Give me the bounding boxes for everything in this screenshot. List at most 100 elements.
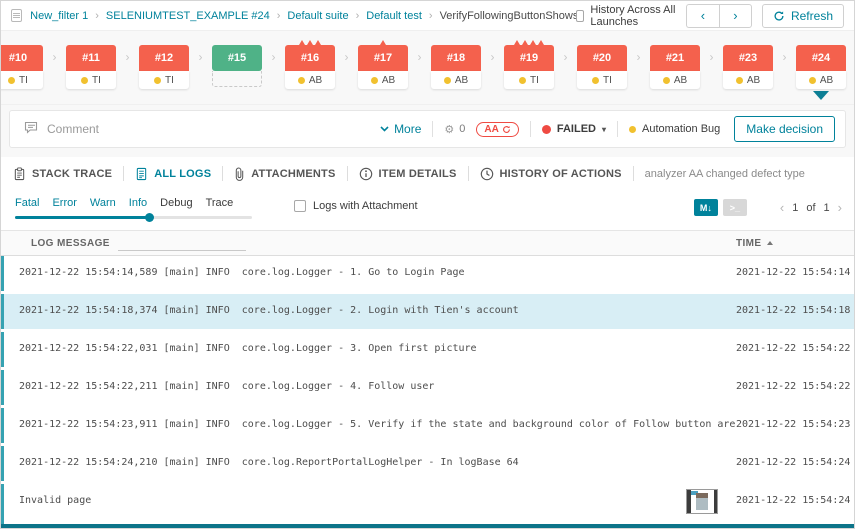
stack-trace-icon	[13, 167, 26, 181]
history-separator-icon: ›	[408, 37, 431, 64]
defect-badge-empty	[212, 71, 262, 87]
history-item-20[interactable]: #20TI	[577, 37, 627, 89]
breadcrumb-item[interactable]: Default test	[366, 10, 422, 22]
retry-marker-icon	[380, 40, 386, 45]
log-level-fatal[interactable]: Fatal	[15, 197, 39, 209]
tab-label: HISTORY OF ACTIONS	[500, 168, 622, 180]
defect-dot-icon	[592, 77, 599, 84]
tab-label: ATTACHMENTS	[251, 168, 335, 180]
history-item-12[interactable]: #12TI	[139, 37, 189, 89]
history-item-11[interactable]: #11TI	[66, 37, 116, 89]
history-item-15[interactable]: #15	[212, 37, 262, 87]
history-across-label: History Across All Launches	[590, 4, 676, 28]
history-item-10[interactable]: #10TI	[1, 37, 43, 89]
log-row[interactable]: 2021-12-22 15:54:14,589 [main] INFO core…	[1, 256, 854, 291]
history-separator-icon: ›	[554, 37, 577, 64]
log-level-debug[interactable]: Debug	[160, 197, 192, 209]
comment-input[interactable]: Comment	[24, 121, 380, 137]
tab-label: ALL LOGS	[154, 168, 211, 180]
refresh-icon	[502, 125, 511, 134]
make-decision-button[interactable]: Make decision	[734, 116, 835, 142]
sort-asc-icon	[767, 241, 773, 245]
retry-markers	[796, 37, 846, 45]
history-item-label: #11	[66, 45, 116, 71]
defect-dot-icon	[154, 77, 161, 84]
tab-item-details[interactable]: ITEM DETAILS	[359, 167, 457, 181]
breadcrumb-item: VerifyFollowingButtonShowsCorrectStateAn…	[440, 10, 577, 22]
log-level-slider-track[interactable]	[15, 216, 252, 219]
prev-item-button[interactable]: ‹	[686, 4, 719, 28]
log-level-error[interactable]: Error	[52, 197, 76, 209]
log-level-slider-fill	[15, 216, 150, 219]
console-mode-button[interactable]: >_	[723, 199, 747, 216]
history-item-19[interactable]: #19TI	[504, 37, 554, 89]
time-header[interactable]: TIME	[736, 238, 854, 249]
logs-with-attachment-label: Logs with Attachment	[313, 200, 418, 212]
log-time: 2021-12-22 15:54:24	[736, 484, 854, 506]
defect-dot-icon	[298, 77, 305, 84]
retry-markers	[66, 37, 116, 45]
page-prev-button[interactable]: ‹	[780, 200, 784, 215]
defect-badge-label: TI	[19, 75, 28, 86]
breadcrumb-toggle-icon[interactable]	[11, 9, 22, 22]
log-level-info[interactable]: Info	[129, 197, 147, 209]
log-time: 2021-12-22 15:54:14	[736, 256, 854, 278]
breadcrumb-item[interactable]: SELENIUMTEST_EXAMPLE #24	[106, 10, 270, 22]
info-icon	[359, 167, 373, 181]
tab-history-of-actions[interactable]: HISTORY OF ACTIONS	[480, 167, 622, 181]
logs-with-attachment-checkbox[interactable]: Logs with Attachment	[294, 200, 418, 212]
attachment-thumbnail[interactable]	[686, 489, 718, 514]
tab-all-logs[interactable]: ALL LOGS	[135, 167, 211, 181]
next-item-button[interactable]: ›	[719, 4, 752, 28]
breadcrumb-item[interactable]: New_filter 1	[30, 10, 88, 22]
defect-dot-icon	[371, 77, 378, 84]
test-item-page: New_filter 1 › SELENIUMTEST_EXAMPLE #24 › De…	[0, 0, 855, 529]
more-link[interactable]: More	[380, 122, 421, 136]
status-dropdown[interactable]: FAILED ▾	[542, 123, 606, 135]
status-dot-icon	[542, 125, 551, 134]
tab-divider	[347, 166, 348, 181]
history-item-16[interactable]: #16AB	[285, 37, 335, 89]
log-level-trace[interactable]: Trace	[206, 197, 234, 209]
log-row[interactable]: Invalid page2021-12-22 15:54:24	[1, 484, 854, 529]
tab-label: ITEM DETAILS	[379, 168, 457, 180]
log-row[interactable]: 2021-12-22 15:54:22,211 [main] INFO core…	[1, 370, 854, 405]
defect-type-tag[interactable]: Automation Bug	[629, 123, 720, 135]
retry-markers	[577, 37, 627, 45]
history-item-18[interactable]: #18AB	[431, 37, 481, 89]
divider	[432, 121, 433, 137]
checkbox-icon	[576, 10, 584, 22]
breadcrumb-item[interactable]: Default suite	[287, 10, 348, 22]
defect-badge-label: AB	[455, 75, 468, 86]
log-time: 2021-12-22 15:54:22	[736, 332, 854, 354]
filter-row-actions: M↓ >_ ‹ 1 of 1 ›	[694, 197, 842, 216]
log-row[interactable]: 2021-12-22 15:54:23,911 [main] INFO core…	[1, 408, 854, 443]
page-next-button[interactable]: ›	[838, 200, 842, 215]
log-message-search-input[interactable]	[118, 239, 250, 250]
log-level-slider-knob[interactable]	[145, 213, 154, 222]
log-level-warn[interactable]: Warn	[90, 197, 116, 209]
history-item-17[interactable]: #17AB	[358, 37, 408, 89]
tab-attachments[interactable]: ATTACHMENTS	[234, 167, 335, 181]
markdown-mode-button[interactable]: M↓	[694, 199, 718, 216]
retry-marker-icon	[514, 40, 520, 45]
attachments-icon	[234, 167, 245, 181]
history-item-21[interactable]: #21AB	[650, 37, 700, 89]
refresh-button[interactable]: Refresh	[762, 4, 844, 28]
log-row[interactable]: 2021-12-22 15:54:18,374 [main] INFO core…	[1, 294, 854, 329]
defect-badge: TI	[66, 71, 116, 89]
page-current: 1	[792, 202, 798, 214]
log-rows: 2021-12-22 15:54:14,589 [main] INFO core…	[1, 256, 854, 529]
log-row[interactable]: 2021-12-22 15:54:22,031 [main] INFO core…	[1, 332, 854, 367]
log-row[interactable]: 2021-12-22 15:54:24,210 [main] INFO core…	[1, 446, 854, 481]
retry-markers	[504, 37, 554, 45]
comment-placeholder: Comment	[47, 122, 99, 136]
history-item-23[interactable]: #23AB	[723, 37, 773, 89]
history-separator-icon: ›	[481, 37, 504, 64]
defect-count: ⚙ 0	[444, 123, 465, 136]
analyzer-badge[interactable]: AA	[476, 122, 518, 137]
tab-stack-trace[interactable]: STACK TRACE	[13, 167, 112, 181]
history-item-24[interactable]: #24AB	[796, 37, 846, 100]
history-across-checkbox[interactable]: History Across All Launches	[576, 4, 676, 28]
chevron-down-icon	[380, 126, 389, 132]
